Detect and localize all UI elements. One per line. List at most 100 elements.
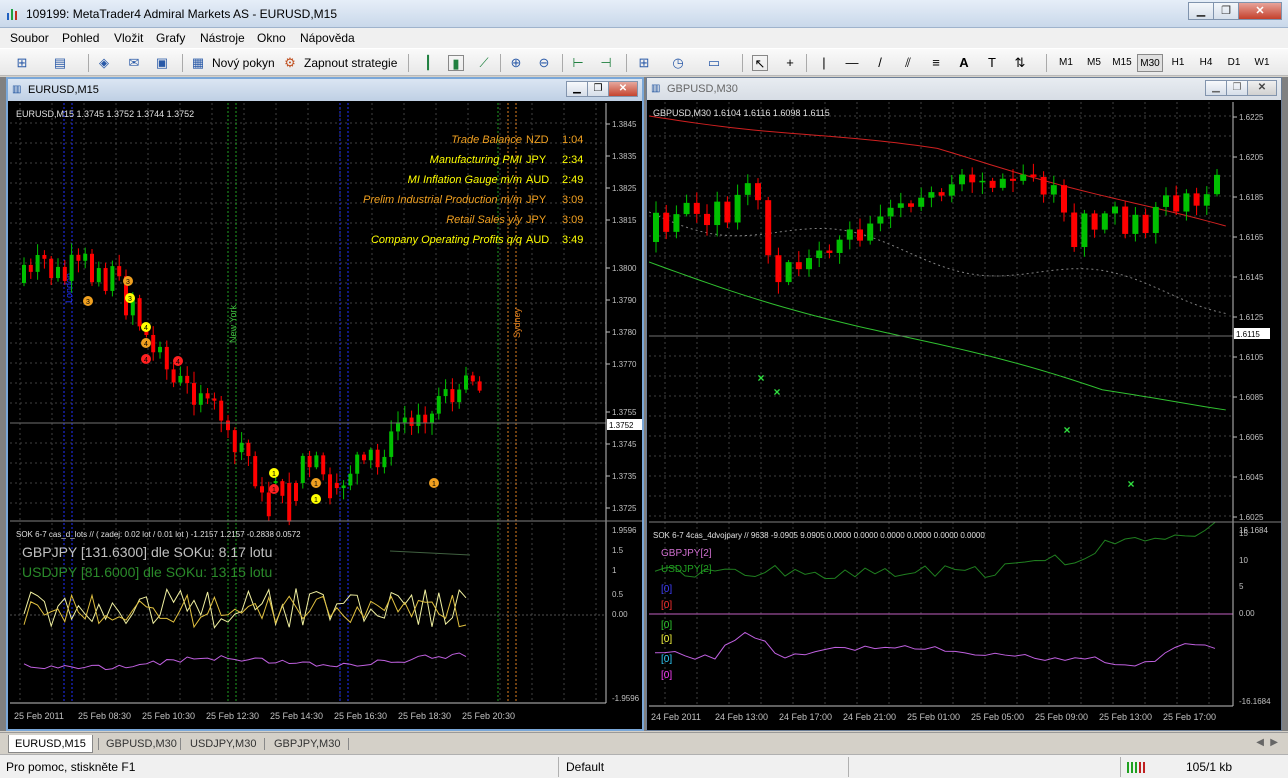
chart-window-gbpusd[interactable]: ▥ GBPUSD,M30 ▁ ❐ ✕ × × × × GBPUSD,M30 1.610… xyxy=(646,77,1282,731)
menu-napoveda[interactable]: Nápověda xyxy=(300,31,355,45)
menu-nastroje[interactable]: Nástroje xyxy=(200,31,245,45)
chart-window-eurusd[interactable]: ▥ EURUSD,M15 ▁ ❐ ✕ London New York Sydney … xyxy=(6,77,644,731)
eurusd-chart-canvas[interactable]: LondonNew York Sydney 33 3444 411111 EURUSD… xyxy=(10,103,642,727)
menu-pohled[interactable]: Pohled xyxy=(62,31,99,45)
menu-vlozit[interactable]: Vložit xyxy=(114,31,143,45)
price-label: 1.6085 xyxy=(1239,393,1264,402)
equidistant-channel-icon[interactable]: ⫽ xyxy=(900,55,916,71)
tab-eurusd-m15[interactable]: EURUSD,M15 xyxy=(8,735,93,753)
chart-close-button[interactable]: ✕ xyxy=(608,81,638,97)
candle xyxy=(246,442,251,457)
timeframe-m1-button[interactable]: M1 xyxy=(1053,54,1079,72)
chart-close-button[interactable]: ✕ xyxy=(1247,80,1277,96)
close-button[interactable]: ✕ xyxy=(1238,2,1282,20)
timeframe-m15-button[interactable]: M15 xyxy=(1109,54,1135,72)
indicator-legend-item: [0] xyxy=(661,620,672,631)
cursor-icon[interactable]: ↖ xyxy=(752,55,768,71)
chart-restore-button[interactable]: ❐ xyxy=(587,81,609,97)
chart-minimize-button[interactable]: ▁ xyxy=(566,81,588,97)
new-chart-icon[interactable]: ⊞ xyxy=(14,55,30,71)
horizontal-line-icon[interactable]: — xyxy=(844,55,860,71)
candle xyxy=(1214,174,1220,195)
templates-icon[interactable]: ▭ xyxy=(706,55,722,71)
chart-minimize-button[interactable]: ▁ xyxy=(1205,80,1227,96)
periods-icon[interactable]: ◷ xyxy=(670,55,686,71)
candle xyxy=(212,398,217,401)
chart-shift-icon[interactable]: ⊢ xyxy=(570,55,586,71)
candle xyxy=(744,183,751,195)
autoscroll-icon[interactable]: ⊣ xyxy=(598,55,614,71)
time-label: 25 Feb 12:30 xyxy=(206,711,259,721)
trendline-icon[interactable]: / xyxy=(872,55,888,71)
tab-usdjpy-m30[interactable]: USDJPY,M30 xyxy=(184,735,262,753)
new-order-icon[interactable]: ▦ xyxy=(190,55,206,71)
price-label: 1.3790 xyxy=(612,296,637,305)
gbpusd-chart-canvas[interactable]: × × × × GBPUSD,M30 1.6104 1.6116 1.6098 1.6… xyxy=(649,102,1281,730)
timeframe-h4-button[interactable]: H4 xyxy=(1193,54,1219,72)
menu-grafy[interactable]: Grafy xyxy=(156,31,185,45)
arrows-icon[interactable]: ⇅ xyxy=(1012,55,1028,71)
text-icon[interactable]: A xyxy=(956,55,972,71)
indicators-icon[interactable]: ⊞ xyxy=(636,55,652,71)
vertical-line-icon[interactable]: | xyxy=(816,55,832,71)
menu-okno[interactable]: Okno xyxy=(257,31,286,45)
tab-gbpusd-m30[interactable]: GBPUSD,M30 xyxy=(100,735,183,753)
candle xyxy=(1081,213,1088,248)
zoom-out-icon[interactable]: ⊖ xyxy=(536,55,552,71)
candle xyxy=(205,393,210,399)
tab-scroll-left-icon[interactable]: ◀ xyxy=(1256,737,1264,748)
candle xyxy=(219,400,224,421)
timeframe-h1-button[interactable]: H1 xyxy=(1165,54,1191,72)
timeframe-m30-button[interactable]: M30 xyxy=(1137,54,1163,72)
price-label: 1.6205 xyxy=(1239,153,1264,162)
indicator-legend-item: USDJPY[2] xyxy=(661,564,712,575)
price-label: 1.6065 xyxy=(1239,433,1264,442)
candlestick-icon[interactable]: ▮ xyxy=(448,55,464,71)
indicator-scale-label: 0.5 xyxy=(612,590,624,599)
tab-gbpjpy-m30[interactable]: GBPJPY,M30 xyxy=(268,735,346,753)
candle xyxy=(1122,206,1129,234)
candle xyxy=(1061,185,1067,213)
time-label: 25 Feb 17:00 xyxy=(1163,712,1216,722)
candle xyxy=(457,389,462,403)
text-label-icon[interactable]: T xyxy=(984,55,1000,71)
tab-scroll-right-icon[interactable]: ▶ xyxy=(1270,737,1278,748)
timeframe-m5-button[interactable]: M5 xyxy=(1081,54,1107,72)
chart-window-icon: ▥ xyxy=(12,84,22,95)
maximize-button[interactable]: ❐ xyxy=(1213,2,1239,20)
minimize-button[interactable]: ▁ xyxy=(1188,2,1214,20)
new-order-button[interactable]: Nový pokyn xyxy=(212,53,275,73)
candle xyxy=(260,486,264,493)
expert-advisors-icon[interactable]: ⚙ xyxy=(282,55,298,71)
market-watch-icon[interactable]: ◈ xyxy=(96,55,112,71)
candle xyxy=(76,254,81,261)
candle xyxy=(334,483,339,489)
indicator-scale-label: 0.00 xyxy=(1239,609,1255,618)
fibonacci-icon[interactable]: ≡ xyxy=(928,55,944,71)
menu-soubor[interactable]: Soubor xyxy=(10,31,49,45)
terminal-icon[interactable]: ▣ xyxy=(154,55,170,71)
navigator-icon[interactable]: ✉ xyxy=(126,55,142,71)
bar-chart-icon[interactable]: ┃ xyxy=(420,55,436,71)
candle xyxy=(171,369,176,383)
chart-restore-button[interactable]: ❐ xyxy=(1226,80,1248,96)
candle xyxy=(704,213,710,226)
candle xyxy=(294,483,298,501)
candle xyxy=(908,203,914,207)
profiles-icon[interactable]: ▤ xyxy=(52,55,68,71)
price-label: 1.3725 xyxy=(612,504,637,513)
zoom-in-icon[interactable]: ⊕ xyxy=(508,55,524,71)
signal-cross-marker: × xyxy=(757,371,764,385)
start-strategy-button[interactable]: Zapnout strategie xyxy=(304,53,397,73)
timeframe-w1-button[interactable]: W1 xyxy=(1249,54,1275,72)
time-label: 25 Feb 01:00 xyxy=(907,712,960,722)
indicator-gbpjpy-line: GBPJPY [131.6300] dle SOKu: 8.17 lotu xyxy=(22,544,272,560)
crosshair-icon[interactable]: + xyxy=(782,55,798,71)
line-chart-icon[interactable]: ⟋ xyxy=(476,55,492,71)
timeframe-d1-button[interactable]: D1 xyxy=(1221,54,1247,72)
candle xyxy=(918,197,925,207)
candle xyxy=(1163,195,1169,207)
candle xyxy=(56,266,60,279)
time-label: 25 Feb 18:30 xyxy=(398,711,451,721)
price-label: 1.3815 xyxy=(612,216,637,225)
